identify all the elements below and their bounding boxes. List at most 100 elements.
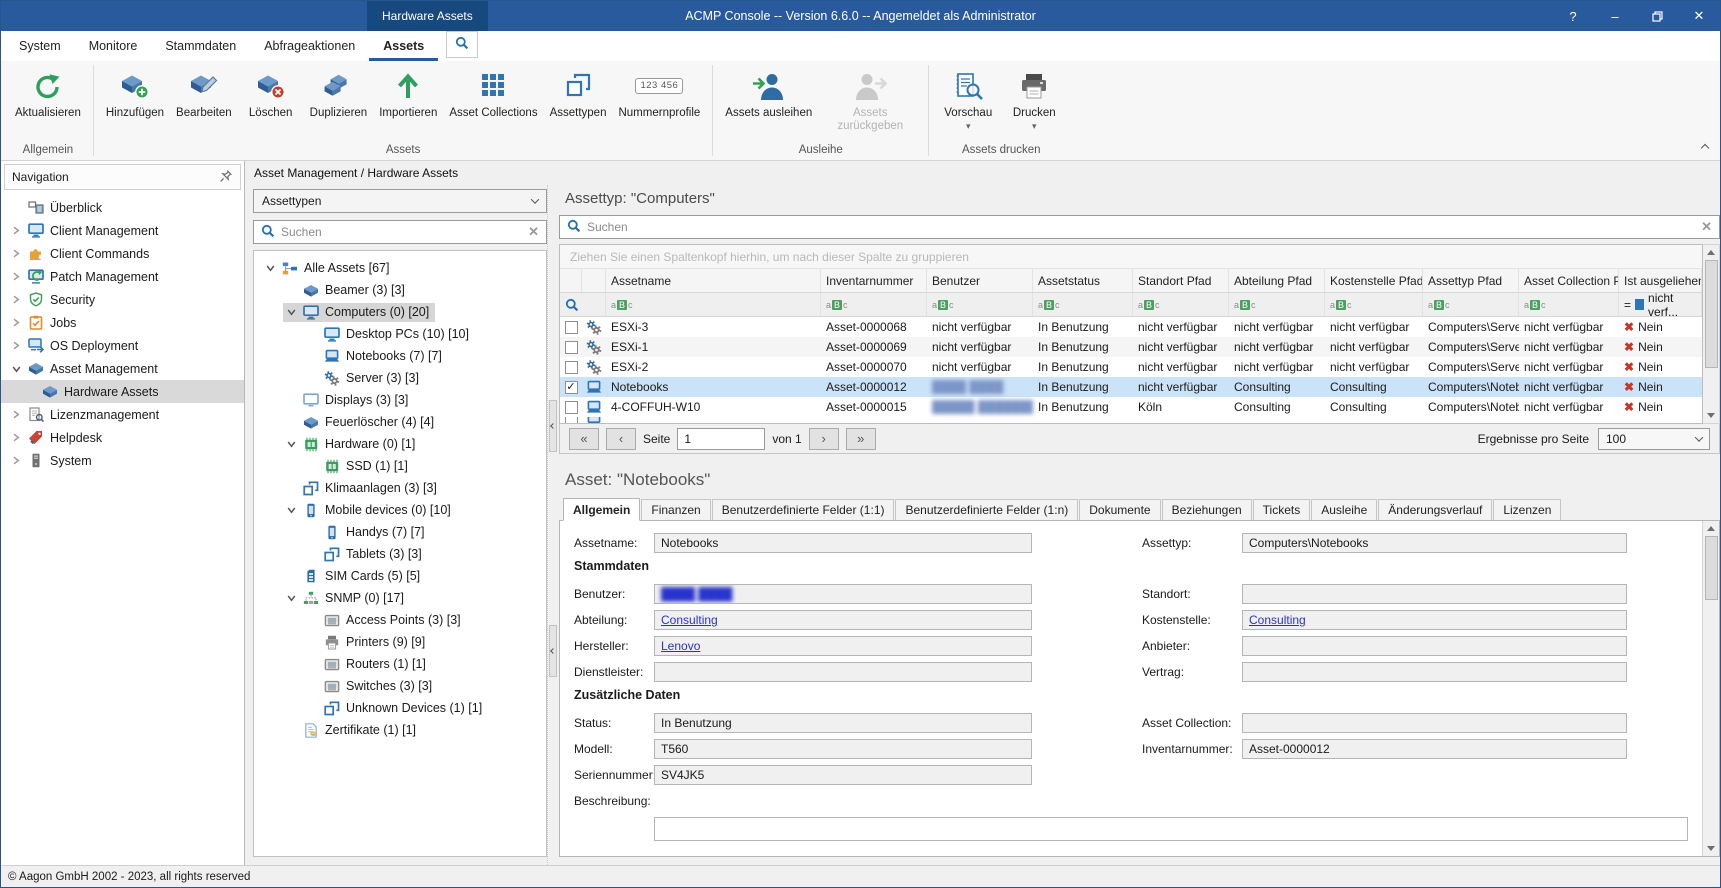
chevron-right-icon[interactable] — [10, 226, 22, 235]
seriennummer-field[interactable]: SV4JK5 — [654, 765, 1032, 785]
tree-node-sim-cards[interactable]: SIM Cards (5) [5] — [254, 565, 546, 587]
filter-kostenstelle-pfad[interactable]: aBc — [1325, 293, 1423, 316]
nav-item-asset-management[interactable]: Asset Management — [1, 357, 244, 380]
ribbon-button-assettypen[interactable]: Assettypen — [544, 63, 613, 120]
ribbon-button-drucken[interactable]: Drucken▾ — [1001, 63, 1067, 132]
tab-allgemein[interactable]: Allgemein — [563, 498, 640, 521]
ribbon-collapse-button[interactable] — [1702, 140, 1708, 154]
tree-node-printers[interactable]: Printers (9) [9] — [254, 631, 546, 653]
tree-node-hardware[interactable]: Hardware (0) [1] — [254, 433, 546, 455]
menu-item-assets[interactable]: Assets — [369, 31, 438, 61]
assetname-field[interactable]: Notebooks — [654, 533, 1032, 553]
ribbon-button-loschen[interactable]: Löschen — [238, 63, 304, 120]
column-header-standort-pfad[interactable]: Standort Pfad — [1133, 269, 1229, 292]
nav-item-client-management[interactable]: Client Management — [1, 219, 244, 242]
kostenstelle-link[interactable]: Consulting — [1249, 613, 1306, 627]
pin-icon[interactable] — [219, 169, 233, 186]
tree-node-routers[interactable]: Routers (1) [1] — [254, 653, 546, 675]
chevron-down-icon[interactable] — [264, 264, 276, 272]
filter-benutzer[interactable]: aBc — [927, 293, 1033, 316]
tab-benutzerdefinierte-felder-1-n[interactable]: Benutzerdefinierte Felder (1:n) — [895, 499, 1078, 520]
scroll-up-icon[interactable] — [1707, 245, 1715, 260]
chevron-right-icon[interactable] — [10, 295, 22, 304]
tree-node-unknown-devices[interactable]: Unknown Devices (1) [1] — [254, 697, 546, 719]
tab-lizenzen[interactable]: Lizenzen — [1493, 499, 1561, 520]
ribbon-button-duplizieren[interactable]: Duplizieren — [304, 63, 374, 120]
tab-tickets[interactable]: Tickets — [1253, 499, 1311, 520]
last-page-button[interactable]: » — [846, 428, 876, 450]
chevron-right-icon[interactable] — [10, 410, 22, 419]
ribbon-button-assets-ausleihen[interactable]: Assets ausleihen — [719, 63, 818, 120]
chevron-right-icon[interactable] — [10, 341, 22, 350]
ribbon-button-aktualisieren[interactable]: Aktualisieren — [9, 63, 87, 120]
row-checkbox[interactable] — [565, 361, 578, 374]
filter-abteilung-pfad[interactable]: aBc — [1229, 293, 1325, 316]
abteilung-link[interactable]: Consulting — [661, 613, 718, 627]
grid-vertical-scrollbar[interactable] — [1703, 244, 1720, 424]
scroll-up-icon[interactable] — [1707, 521, 1715, 536]
chevron-down-icon[interactable] — [10, 365, 22, 373]
kostenstelle-field[interactable]: Consulting — [1242, 610, 1627, 630]
ribbon-button-importieren[interactable]: Importieren — [373, 63, 443, 120]
menu-item-monitore[interactable]: Monitore — [75, 31, 152, 61]
column-header-assetstatus[interactable]: Assetstatus — [1033, 269, 1133, 292]
prev-page-button[interactable]: ‹ — [606, 428, 636, 450]
column-header-asset-collection-pfad[interactable]: Asset Collection Pfad — [1519, 269, 1619, 292]
assettyp-field[interactable]: Computers\Notebooks — [1242, 533, 1627, 553]
per-page-select[interactable]: 100 — [1598, 428, 1710, 450]
filter-assetstatus[interactable]: aBc — [1033, 293, 1133, 316]
column-header-assetname[interactable]: Assetname — [606, 269, 821, 292]
standort-field[interactable] — [1242, 584, 1627, 604]
menu-item-stammdaten[interactable]: Stammdaten — [151, 31, 250, 61]
hersteller-link[interactable]: Lenovo — [661, 639, 700, 653]
tree-node-handys[interactable]: Handys (7) [7] — [254, 521, 546, 543]
tree-node-snmp[interactable]: SNMP (0) [17] — [254, 587, 546, 609]
scroll-down-icon[interactable] — [1707, 841, 1715, 856]
panel-splitter[interactable] — [547, 185, 557, 865]
tab-finanzen[interactable]: Finanzen — [641, 499, 710, 520]
nav-item-system[interactable]: System — [1, 449, 244, 472]
tree-node-computers[interactable]: Computers (0) [20] — [254, 301, 546, 323]
tree-node-mobile-devices[interactable]: Mobile devices (0) [10] — [254, 499, 546, 521]
nav-item-jobs[interactable]: Jobs — [1, 311, 244, 334]
tab-ausleihe[interactable]: Ausleihe — [1311, 499, 1377, 520]
table-row-notebooks[interactable]: ✓NotebooksAsset-0000012████ ████In Benut… — [560, 377, 1702, 397]
column-header-abteilung-pfad[interactable]: Abteilung Pfad — [1229, 269, 1325, 292]
chevron-down-icon[interactable] — [285, 594, 297, 602]
chevron-right-icon[interactable] — [10, 249, 22, 258]
menu-item-system[interactable]: System — [5, 31, 75, 61]
chevron-down-icon[interactable] — [285, 308, 297, 316]
help-button[interactable]: ? — [1552, 1, 1594, 31]
tree-node-klimaanlagen[interactable]: Klimaanlagen (3) [3] — [254, 477, 546, 499]
clear-search-icon[interactable]: ✕ — [1701, 219, 1712, 235]
column-header-benutzer[interactable]: Benutzer — [927, 269, 1033, 292]
filter-assetname[interactable]: aBc — [606, 293, 821, 316]
column-header-ist-ausgeliehen[interactable]: Ist ausgeliehen — [1619, 269, 1702, 292]
tree-search-input[interactable]: Suchen ✕ — [253, 220, 547, 244]
detail-vertical-scrollbar[interactable] — [1702, 521, 1719, 856]
row-checkbox[interactable]: ✓ — [565, 381, 578, 394]
first-page-button[interactable]: « — [569, 428, 599, 450]
next-page-button[interactable]: › — [809, 428, 839, 450]
table-row-esxi-1[interactable]: ESXi-1Asset-0000069nicht verfügbarIn Ben… — [560, 337, 1702, 357]
beschreibung-input[interactable] — [654, 817, 1688, 841]
nav-item-security[interactable]: Security — [1, 288, 244, 311]
table-row-4-coffuh-w10[interactable]: 4-COFFUH-W10Asset-0000015█████ ████████I… — [560, 397, 1702, 417]
clear-search-icon[interactable]: ✕ — [528, 224, 539, 240]
tree-node-zertifikate[interactable]: Zertifikate (1) [1] — [254, 719, 546, 741]
minimize-button[interactable]: – — [1594, 1, 1636, 31]
row-checkbox[interactable] — [565, 321, 578, 334]
nav-item-os-deployment[interactable]: OS Deployment — [1, 334, 244, 357]
scrollbar-thumb[interactable] — [1705, 536, 1718, 600]
tree-node-switches[interactable]: Switches (3) [3] — [254, 675, 546, 697]
tree-node-access-points[interactable]: Access Points (3) [3] — [254, 609, 546, 631]
asset-collection-field[interactable] — [1242, 713, 1627, 733]
ribbon-button-bearbeiten[interactable]: Bearbeiten — [170, 63, 238, 120]
tree-node-alle-assets[interactable]: Alle Assets [67] — [254, 257, 546, 279]
nav-item-lizenzmanagement[interactable]: Lizenzmanagement — [1, 403, 244, 426]
table-row-esxi-3[interactable]: ESXi-3Asset-0000068nicht verfügbarIn Ben… — [560, 317, 1702, 337]
tab-beziehungen[interactable]: Beziehungen — [1162, 499, 1252, 520]
hersteller-field[interactable]: Lenovo — [654, 636, 1032, 656]
close-button[interactable]: ✕ — [1678, 1, 1720, 31]
filter-assettyp-pfad[interactable]: aBc — [1423, 293, 1519, 316]
